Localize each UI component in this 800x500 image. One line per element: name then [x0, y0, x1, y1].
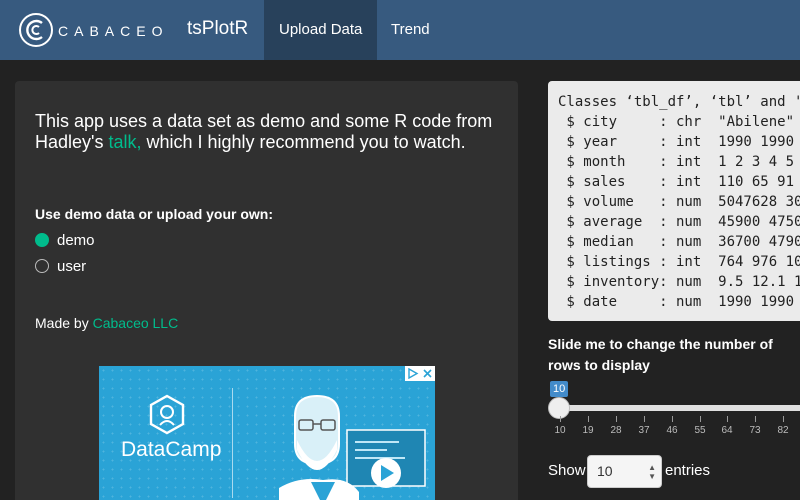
str-line: $ year : int 1990 1990	[558, 134, 800, 150]
tab-trend[interactable]: Trend	[376, 0, 445, 60]
slider-tick-label: 37	[638, 425, 650, 436]
slider-tick-label: 55	[694, 425, 706, 436]
slider-handle[interactable]	[548, 397, 570, 419]
entries-select-value: 10	[597, 463, 613, 479]
str-line: $ date : num 1990 1990	[558, 294, 800, 310]
slider-track[interactable]	[558, 405, 800, 411]
str-output: Classes ‘tbl_df’, ‘tbl’ and ' $ city : c…	[548, 81, 800, 321]
slider-tick	[783, 416, 784, 422]
navbar: CABACEO tsPlotR Upload Data Trend	[0, 0, 800, 60]
entries-select[interactable]: 10 ▲ ▼	[587, 455, 662, 488]
close-icon[interactable]	[422, 368, 433, 379]
radio-unchecked-icon[interactable]	[35, 259, 49, 273]
slider-tick	[755, 416, 756, 422]
str-line: $ listings : int 764 976 10	[558, 254, 800, 270]
str-line: $ median : num 36700 4790	[558, 234, 800, 250]
ad-divider	[232, 388, 233, 498]
radio-demo-label: demo	[57, 232, 95, 249]
slider-tick	[616, 416, 617, 422]
entries-label: entries	[665, 462, 711, 479]
credit-text: Made by Cabaceo LLC	[35, 315, 179, 331]
slider-tick-label: 28	[610, 425, 622, 436]
slider-tick	[588, 416, 589, 422]
ad-banner[interactable]: DataCamp	[99, 366, 435, 500]
slider-label: Slide me to change the number of rows to…	[548, 336, 773, 373]
slider-tick-label: 46	[666, 425, 678, 436]
radio-checked-icon[interactable]	[35, 233, 49, 247]
slider-tick	[560, 416, 561, 422]
str-line: Classes ‘tbl_df’, ‘tbl’ and '	[558, 94, 800, 110]
show-label: Show	[548, 462, 586, 479]
info-triangle-icon[interactable]	[407, 368, 419, 379]
cabaceo-link[interactable]: Cabaceo LLC	[93, 315, 179, 331]
radio-user[interactable]: user	[35, 257, 86, 277]
slider-tick	[672, 416, 673, 422]
str-line: $ month : int 1 2 3 4 5	[558, 154, 800, 170]
str-line: $ average : num 45900 4750	[558, 214, 800, 230]
slider-tick-label: 73	[749, 425, 761, 436]
app-title[interactable]: tsPlotR	[187, 18, 248, 40]
slider-tick-label: 82	[777, 425, 789, 436]
sidebar-panel: This app uses a data set as demo and som…	[15, 81, 518, 500]
datacamp-text: DataCamp	[121, 438, 222, 461]
ad-controls[interactable]	[405, 366, 435, 381]
slider-tick-label: 64	[721, 425, 733, 436]
str-line: $ sales : int 110 65 91	[558, 174, 800, 190]
tab-upload-data[interactable]: Upload Data	[264, 0, 378, 60]
talk-link[interactable]: talk,	[108, 132, 141, 152]
str-line: $ volume : num 5047628 30	[558, 194, 800, 210]
intro-text: This app uses a data set as demo and som…	[35, 111, 493, 152]
radio-demo[interactable]: demo	[35, 231, 95, 251]
logo-text: CABACEO	[58, 23, 169, 39]
select-arrows-icon: ▲ ▼	[648, 463, 656, 481]
slider-tick	[644, 416, 645, 422]
slider-tick-label: 19	[582, 425, 594, 436]
slider-value-badge: 10	[550, 381, 569, 397]
datacamp-logo-icon	[149, 394, 185, 435]
cabaceo-logo-icon	[19, 13, 53, 47]
data-source-label: Use demo data or upload your own:	[35, 206, 274, 222]
instructor-illustration	[279, 394, 426, 500]
str-line: $ city : chr "Abilene"	[558, 114, 800, 130]
radio-user-label: user	[57, 258, 87, 275]
slider-tick-label: 10	[554, 425, 566, 436]
slider-tick	[727, 416, 728, 422]
slider-tick	[700, 416, 701, 422]
str-line: $ inventory: num 9.5 12.1 1	[558, 274, 800, 290]
